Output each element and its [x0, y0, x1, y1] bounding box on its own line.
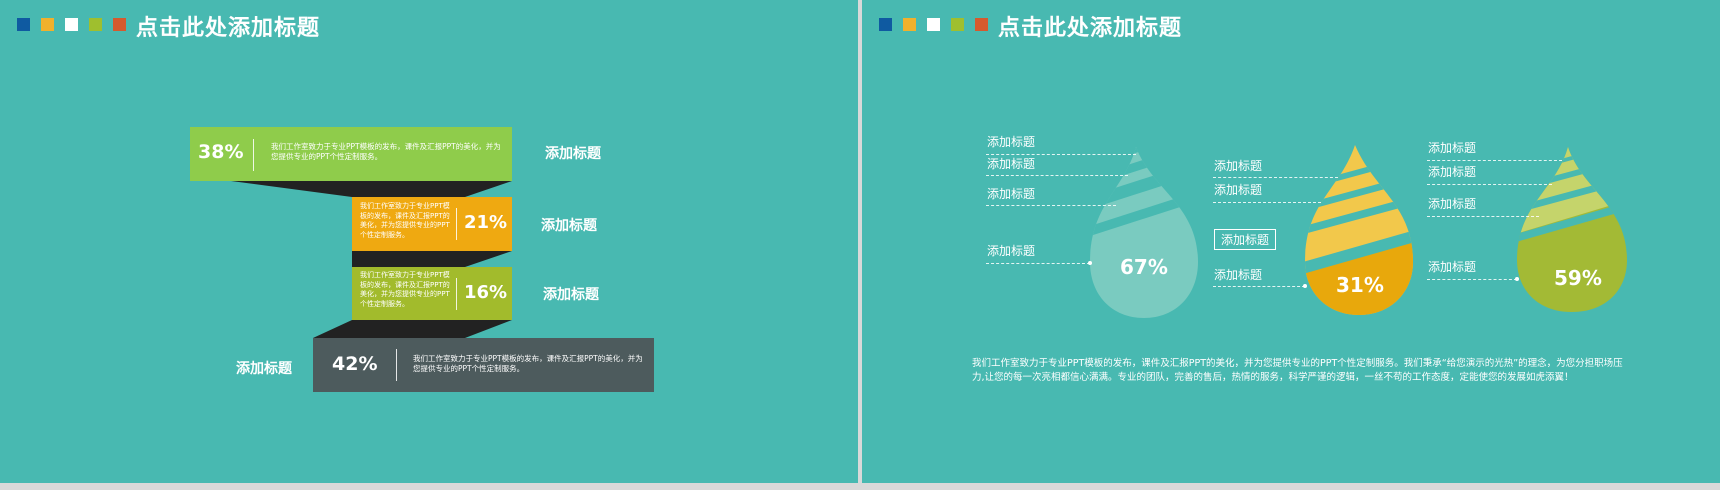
drop-1-label-4[interactable]: 添加标题 — [987, 242, 1035, 259]
drop-1-leader-end — [1088, 261, 1092, 265]
drop-3-percent: 59% — [1554, 266, 1602, 290]
drop-1-leader-4 — [986, 263, 1090, 264]
bar-4[interactable]: 42% 我们工作室致力于专业PPT模板的发布，课件及汇报PPT的美化，并为您提供… — [313, 338, 654, 392]
drop-3-leader-2 — [1427, 184, 1552, 185]
drop-3-leader-1 — [1427, 160, 1562, 161]
drop-3-label-1[interactable]: 添加标题 — [1428, 139, 1476, 156]
bar-2-percent: 21% — [464, 212, 508, 233]
drop-1-leader-2 — [986, 175, 1128, 176]
bar-2-label[interactable]: 添加标题 — [541, 215, 597, 235]
fold-1 — [231, 181, 512, 197]
drop-2-label-2[interactable]: 添加标题 — [1214, 181, 1262, 198]
drop-3 — [1517, 147, 1627, 312]
drop-1-percent: 67% — [1120, 255, 1168, 279]
bar-1[interactable]: 38% 我们工作室致力于专业PPT模板的发布，课件及汇报PPT的美化，并为您提供… — [190, 127, 512, 181]
drop-3-leader-3 — [1427, 216, 1539, 217]
drop-2-leader-4 — [1213, 286, 1305, 287]
bar-1-label[interactable]: 添加标题 — [545, 143, 601, 163]
drop-3-label-4[interactable]: 添加标题 — [1428, 258, 1476, 275]
drop-2-leader-end — [1303, 284, 1307, 288]
bar-4-percent: 42% — [332, 353, 378, 375]
drop-1-label-3[interactable]: 添加标题 — [987, 185, 1035, 202]
drop-1-leader-3 — [986, 205, 1116, 206]
drop-2-percent: 31% — [1336, 273, 1384, 297]
drop-2-leader-1 — [1213, 177, 1338, 178]
drop-2-label-4[interactable]: 添加标题 — [1214, 266, 1262, 283]
drop-2 — [1305, 145, 1413, 315]
bar-2-text: 我们工作室致力于专业PPT模板的发布，课件及汇报PPT的美化，并为您提供专业的P… — [360, 202, 450, 239]
drop-3-label-2[interactable]: 添加标题 — [1428, 163, 1476, 180]
drop-2-leader-2 — [1213, 202, 1321, 203]
bar-4-text: 我们工作室致力于专业PPT模板的发布，课件及汇报PPT的美化，并为您提供专业的P… — [413, 354, 643, 373]
drop-1-label-1[interactable]: 添加标题 — [987, 133, 1035, 150]
slide-left: 点击此处添加标题 38% 我们工作室致力于专业PPT模板的发布，课件及汇报PPT… — [0, 0, 858, 483]
bar-3-text: 我们工作室致力于专业PPT模板的发布，课件及汇报PPT的美化，并为您提供专业的P… — [360, 271, 450, 308]
bar-3-label[interactable]: 添加标题 — [543, 284, 599, 304]
bar-4-label[interactable]: 添加标题 — [236, 358, 292, 378]
drop-1-label-2[interactable]: 添加标题 — [987, 155, 1035, 172]
fold-2 — [352, 251, 512, 267]
bar-1-percent: 38% — [198, 141, 244, 163]
bar-1-text: 我们工作室致力于专业PPT模板的发布，课件及汇报PPT的美化，并为您提供专业的P… — [271, 142, 501, 161]
bar-4-divider — [396, 349, 397, 381]
bar-1-divider — [253, 139, 254, 171]
body-text[interactable]: 我们工作室致力于专业PPT模板的发布，课件及汇报PPT的美化，并为您提供专业的P… — [972, 357, 1632, 385]
drop-3-leader-4 — [1427, 279, 1517, 280]
bar-3[interactable]: 我们工作室致力于专业PPT模板的发布，课件及汇报PPT的美化，并为您提供专业的P… — [352, 267, 512, 320]
bar-3-percent: 16% — [464, 282, 508, 303]
drop-2-label-1[interactable]: 添加标题 — [1214, 157, 1262, 174]
bar-2[interactable]: 我们工作室致力于专业PPT模板的发布，课件及汇报PPT的美化，并为您提供专业的P… — [352, 197, 512, 251]
drop-3-leader-end — [1515, 277, 1519, 281]
drop-2-label-3[interactable]: 添加标题 — [1214, 229, 1277, 250]
bar-3-divider — [456, 278, 457, 310]
drop-3-label-3[interactable]: 添加标题 — [1428, 195, 1476, 212]
fold-3 — [313, 320, 512, 338]
slide-right: 点击此处添加标题 67% 31% 59% 添加标题 添加标题 添加标题 添加标题… — [862, 0, 1720, 483]
bar-2-divider — [456, 208, 457, 240]
